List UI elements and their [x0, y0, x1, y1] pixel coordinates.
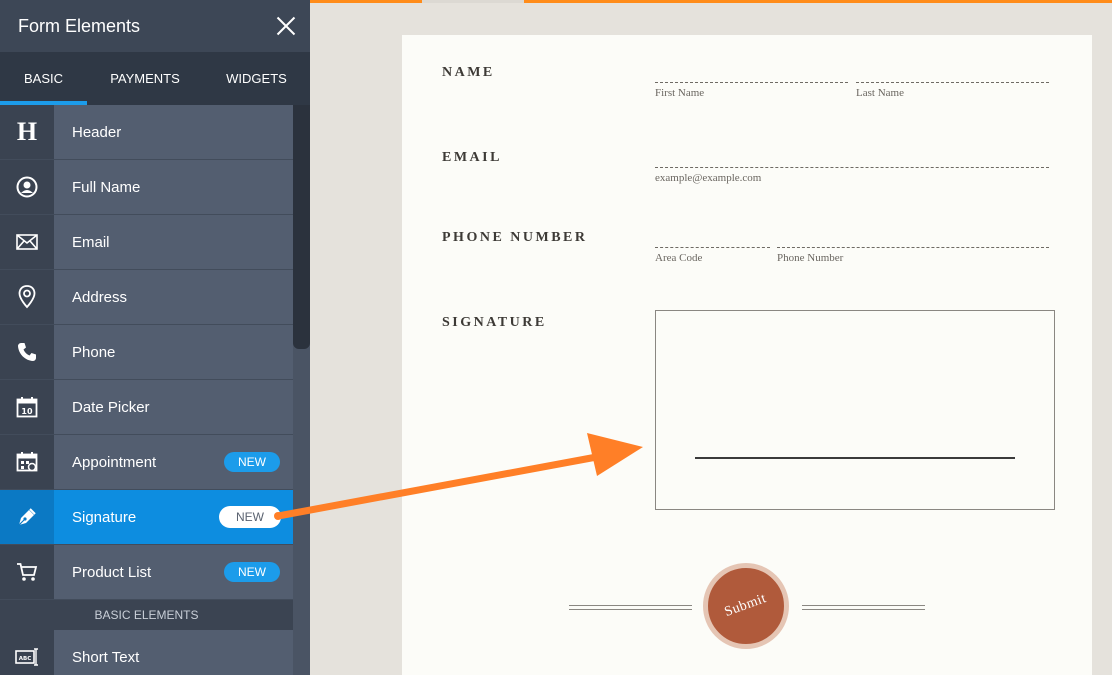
element-label: Email	[54, 215, 293, 269]
element-header[interactable]: H Header	[0, 105, 293, 160]
envelope-icon	[0, 215, 54, 269]
form-paper: NAME First Name Last Name EMAIL example@…	[402, 35, 1092, 675]
element-email[interactable]: Email	[0, 215, 293, 270]
submit-label: Submit	[722, 591, 769, 621]
element-label: Header	[54, 105, 293, 159]
signature-pad[interactable]	[655, 310, 1055, 510]
short-text-icon-text: ABC	[19, 656, 32, 662]
element-date-picker[interactable]: 10 Date Picker	[0, 380, 293, 435]
email-label: EMAIL	[442, 150, 502, 165]
signature-label: SIGNATURE	[442, 315, 547, 330]
short-text-icon: ABC	[0, 630, 54, 675]
element-full-name[interactable]: Full Name	[0, 160, 293, 215]
element-label: Appointment NEW	[54, 435, 293, 489]
new-badge: NEW	[219, 506, 281, 528]
section-heading-basic-elements: BASIC ELEMENTS	[0, 600, 293, 630]
element-label: Full Name	[54, 160, 293, 214]
element-label: Phone	[54, 325, 293, 379]
element-label: Product List NEW	[54, 545, 293, 599]
element-label-text: Product List	[72, 563, 152, 581]
name-label: NAME	[442, 65, 495, 80]
element-label-text: Appointment	[72, 453, 157, 471]
element-short-text[interactable]: ABC Short Text	[0, 630, 293, 675]
header-icon: H	[0, 105, 54, 159]
tab-payments[interactable]: PAYMENTS	[87, 52, 203, 105]
elements-list: H Header Full Name Email Address Phone 1…	[0, 105, 293, 675]
tab-widgets[interactable]: WIDGETS	[203, 52, 310, 105]
map-pin-icon	[0, 270, 54, 324]
element-label: Address	[54, 270, 293, 324]
phone-icon	[0, 325, 54, 379]
left-decoration	[569, 605, 692, 610]
panel-header: Form Elements	[0, 0, 310, 52]
element-signature[interactable]: Signature NEW	[0, 490, 293, 545]
scrollbar-thumb[interactable]	[293, 105, 310, 349]
element-label: Signature NEW	[54, 490, 293, 544]
right-decoration	[802, 605, 925, 610]
pen-icon	[0, 490, 54, 544]
new-badge: NEW	[224, 562, 280, 582]
element-label: Short Text	[54, 630, 293, 675]
last-name-input[interactable]	[856, 82, 1049, 83]
calendar-day-text: 10	[21, 407, 33, 416]
phone-number-sublabel: Phone Number	[777, 252, 844, 264]
last-name-sublabel: Last Name	[856, 87, 904, 99]
scrollbar[interactable]	[293, 105, 310, 675]
new-badge: NEW	[224, 452, 280, 472]
element-label-text: Signature	[72, 508, 137, 526]
submit-area: Submit	[569, 563, 925, 649]
email-input[interactable]	[655, 167, 1049, 168]
element-product-list[interactable]: Product List NEW	[0, 545, 293, 600]
panel-title: Form Elements	[18, 15, 141, 36]
element-phone[interactable]: Phone	[0, 325, 293, 380]
calendar-icon: 10	[0, 380, 54, 434]
cart-icon	[0, 545, 54, 599]
element-address[interactable]: Address	[0, 270, 293, 325]
submit-button[interactable]: Submit	[703, 563, 789, 649]
tab-basic[interactable]: BASIC	[0, 52, 87, 105]
element-appointment[interactable]: Appointment NEW	[0, 435, 293, 490]
tab-bar: BASIC PAYMENTS WIDGETS	[0, 52, 310, 105]
first-name-input[interactable]	[655, 82, 848, 83]
phone-number-label: PHONE NUMBER	[442, 230, 588, 245]
area-code-input[interactable]	[655, 247, 770, 248]
phone-number-input[interactable]	[777, 247, 1049, 248]
form-elements-panel: Form Elements BASIC PAYMENTS WIDGETS H H…	[0, 0, 310, 675]
appointment-icon	[0, 435, 54, 489]
user-icon	[0, 160, 54, 214]
area-code-sublabel: Area Code	[655, 252, 703, 264]
signature-line	[695, 457, 1015, 459]
email-sublabel: example@example.com	[655, 172, 762, 184]
form-canvas: NAME First Name Last Name EMAIL example@…	[310, 3, 1112, 675]
first-name-sublabel: First Name	[655, 87, 705, 99]
element-label: Date Picker	[54, 380, 293, 434]
close-icon[interactable]	[276, 16, 296, 36]
